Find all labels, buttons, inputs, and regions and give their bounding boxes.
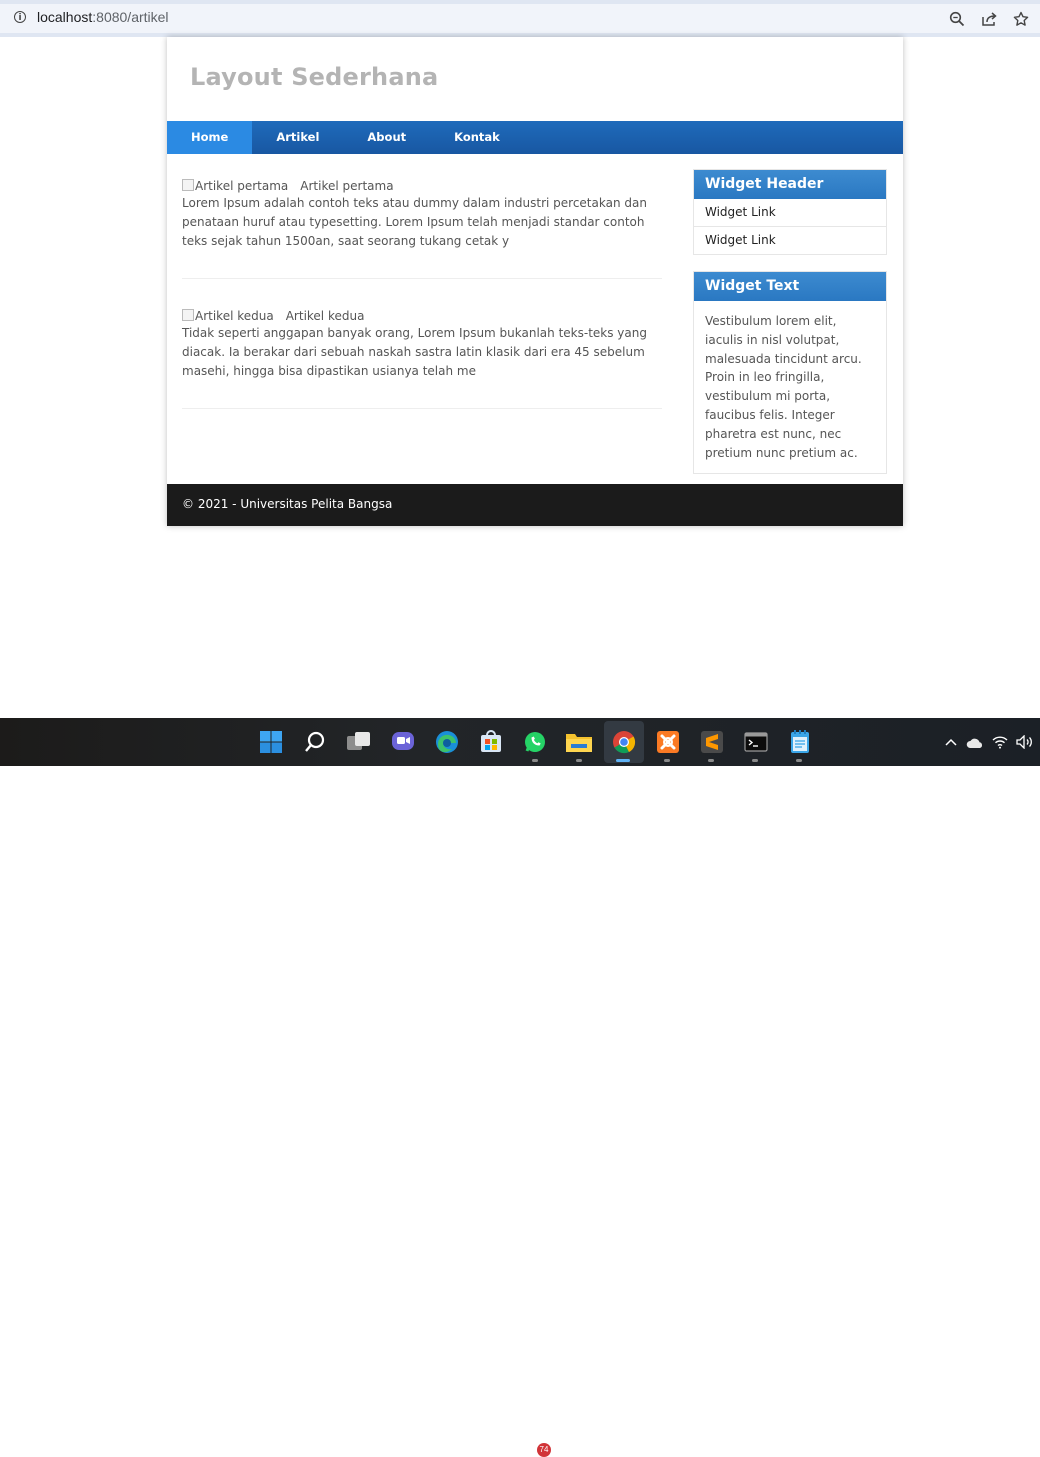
article-excerpt: Lorem Ipsum adalah contoh teks atau dumm… xyxy=(182,196,647,248)
active-indicator xyxy=(616,759,630,762)
article-item: Artikel pertama Artikel pertama Lorem Ips… xyxy=(182,179,662,279)
running-indicator xyxy=(796,759,802,762)
whatsapp-badge: 74 xyxy=(537,1443,551,1457)
running-indicator xyxy=(708,759,714,762)
site-title: Layout Sederhana xyxy=(190,63,439,91)
url-text[interactable]: localhost:8080/artikel xyxy=(37,9,169,25)
widget-header: Widget Header Widget Link Widget Link xyxy=(693,169,887,255)
article-image: Artikel pertama xyxy=(182,179,288,193)
whatsapp-icon[interactable] xyxy=(521,728,549,756)
wifi-icon[interactable] xyxy=(992,734,1008,753)
widget-link[interactable]: Widget Link xyxy=(694,199,886,227)
widget-link[interactable]: Widget Link xyxy=(694,227,886,254)
share-icon[interactable] xyxy=(978,8,1000,30)
xampp-icon[interactable] xyxy=(654,728,682,756)
volume-icon[interactable] xyxy=(1016,734,1034,753)
widget-text: Widget Text Vestibulum lorem elit, iacul… xyxy=(693,271,887,475)
nav-about[interactable]: About xyxy=(343,121,430,154)
file-explorer-icon[interactable] xyxy=(565,728,593,756)
article-image: Artikel kedua xyxy=(182,309,274,323)
footer-copyright: © 2021 - Universitas Pelita Bangsa xyxy=(182,497,393,511)
system-tray xyxy=(944,734,1034,753)
bookmark-star-icon[interactable] xyxy=(1010,8,1032,30)
zoom-icon[interactable] xyxy=(946,8,968,30)
store-icon[interactable] xyxy=(477,728,505,756)
chat-icon[interactable] xyxy=(389,728,417,756)
nav-kontak[interactable]: Kontak xyxy=(430,121,524,154)
url-path: :8080/artikel xyxy=(92,9,169,25)
site-header: Layout Sederhana xyxy=(167,37,903,121)
url-host: localhost xyxy=(37,9,93,25)
running-indicator xyxy=(752,759,758,762)
nav-home[interactable]: Home xyxy=(167,121,253,154)
task-view-icon[interactable] xyxy=(345,728,373,756)
article-title[interactable]: Artikel kedua xyxy=(286,309,365,323)
site-info-icon[interactable]: i xyxy=(14,11,26,23)
running-indicator xyxy=(664,759,670,762)
main-nav: Home Artikel About Kontak xyxy=(167,121,903,154)
terminal-icon[interactable] xyxy=(742,728,770,756)
site-footer: © 2021 - Universitas Pelita Bangsa xyxy=(167,484,903,526)
running-indicator xyxy=(532,759,538,762)
address-bar[interactable]: i localhost:8080/artikel xyxy=(0,4,1040,33)
article-excerpt: Tidak seperti anggapan banyak orang, Lor… xyxy=(182,326,647,378)
article-title[interactable]: Artikel pertama xyxy=(300,179,393,193)
page-container: Layout Sederhana Home Artikel About Kont… xyxy=(167,37,903,526)
nav-artikel[interactable]: Artikel xyxy=(252,121,343,154)
sublime-text-icon[interactable] xyxy=(698,728,726,756)
article-item: Artikel kedua Artikel kedua Tidak seperti… xyxy=(182,309,662,409)
browser-toolbar: i localhost:8080/artikel xyxy=(0,0,1040,37)
sidebar: Widget Header Widget Link Widget Link Wi… xyxy=(693,169,887,490)
taskbar: 74 xyxy=(0,718,1040,1457)
chrome-icon[interactable] xyxy=(610,728,638,756)
widget-title: Widget Text xyxy=(694,272,886,301)
edge-icon[interactable] xyxy=(433,728,461,756)
main-content: Artikel pertama Artikel pertama Lorem Ips… xyxy=(182,179,662,409)
widget-title: Widget Header xyxy=(694,170,886,199)
chevron-up-icon[interactable] xyxy=(944,734,958,753)
widget-body: Vestibulum lorem elit, iaculis in nisl v… xyxy=(705,314,862,460)
windows-start-icon[interactable] xyxy=(257,728,285,756)
running-indicator xyxy=(576,759,582,762)
notepad-icon[interactable] xyxy=(786,728,814,756)
onedrive-cloud-icon[interactable] xyxy=(966,734,984,753)
search-icon[interactable] xyxy=(301,728,329,756)
